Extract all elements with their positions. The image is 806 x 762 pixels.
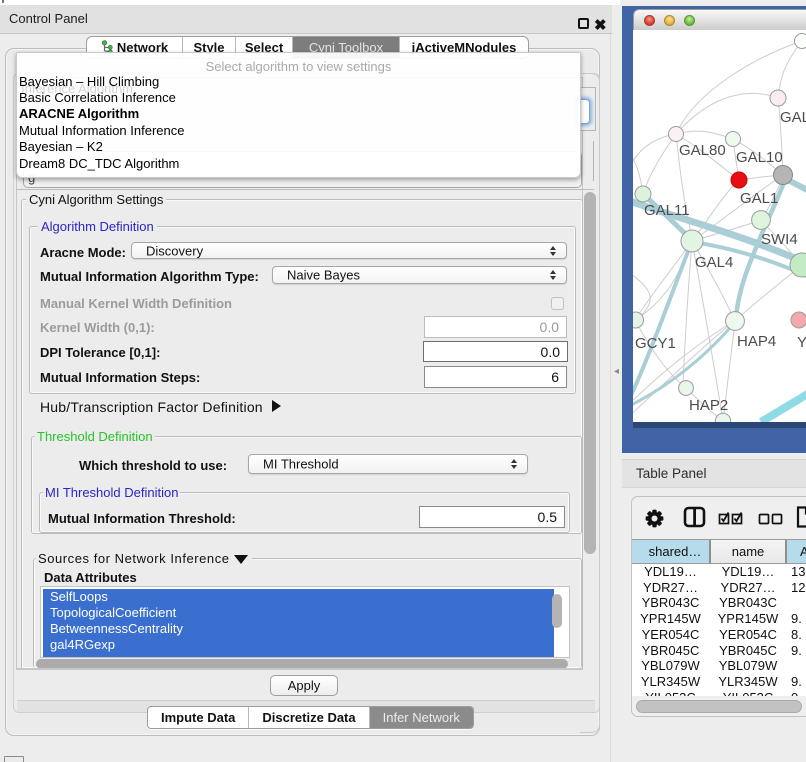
- svg-text:GAL1: GAL1: [740, 190, 778, 207]
- svg-text:GAL80: GAL80: [679, 142, 726, 159]
- svg-text:GAL10: GAL10: [736, 149, 783, 166]
- svg-text:Y: Y: [797, 334, 806, 351]
- svg-text:SWI4: SWI4: [761, 231, 798, 248]
- svg-text:GAL11: GAL11: [644, 202, 690, 219]
- svg-text:GAL4: GAL4: [695, 254, 733, 271]
- svg-text:HAP4: HAP4: [737, 333, 776, 350]
- svg-text:GCY1: GCY1: [635, 335, 676, 352]
- svg-text:GAL2: GAL2: [780, 109, 806, 126]
- svg-text:HAP2: HAP2: [689, 397, 728, 414]
